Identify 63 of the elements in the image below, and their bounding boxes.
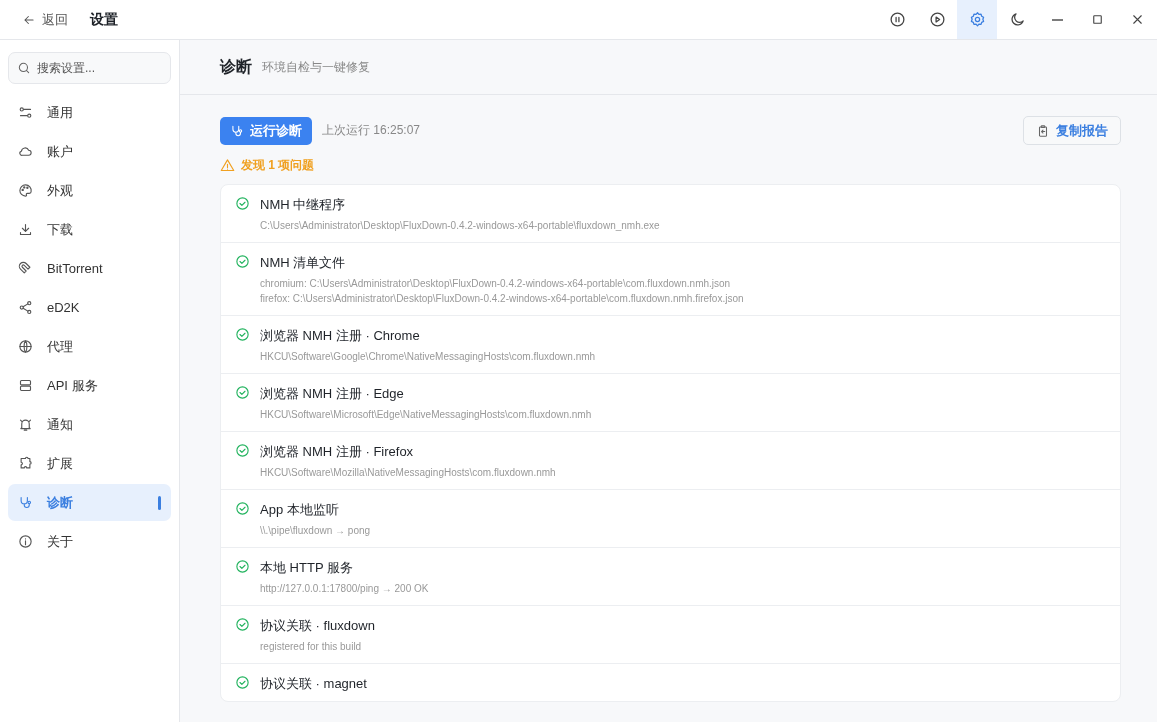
search-icon [17, 61, 31, 75]
clipboard-icon [1036, 123, 1050, 138]
sidebar-item[interactable]: 诊断 [8, 484, 171, 521]
pause-icon [888, 11, 906, 28]
moon-icon [1008, 11, 1026, 28]
search-field[interactable]: 搜索设置... [37, 54, 162, 82]
sidebar-item[interactable]: 通用 [8, 94, 171, 131]
puzzle-icon [18, 456, 33, 471]
share-icon [18, 300, 33, 315]
stethoscope-icon [18, 495, 33, 510]
sliders-icon [18, 105, 33, 120]
sidebar-item[interactable]: API 服务 [8, 367, 171, 404]
info-icon [18, 534, 33, 549]
window-title: 设置 [90, 10, 118, 29]
last-run-time: 上次运行 16:25:07 [322, 122, 421, 139]
check-detail: HKCU\Software\Microsoft\Edge\NativeMessagingHosts\com.fluxdown.nmh [260, 408, 592, 422]
check-title: App 本地监听 [260, 501, 340, 518]
sidebar-item[interactable]: 关于 [8, 523, 171, 560]
back-button[interactable]: 返回 [22, 10, 68, 29]
stethoscope-icon [230, 123, 244, 138]
check-detail: HKCU\Software\Google\Chrome\NativeMessagingHosts\com.fluxdown.nmh [260, 350, 596, 364]
sidebar-item[interactable]: eD2K [8, 289, 171, 326]
warning-icon [220, 158, 235, 173]
check-title: 协议关联 · magnet [260, 675, 367, 692]
check-title: 浏览器 NMH 注册 · Firefox [260, 443, 415, 460]
sidebar-item[interactable]: BitTorrent [8, 250, 171, 287]
check-detail: registered for this build [260, 640, 363, 654]
check-detail: \\.\pipe\fluxdown → pong [260, 524, 371, 538]
sidebar-item[interactable]: 外观 [8, 172, 171, 209]
sidebar-item[interactable]: 代理 [8, 328, 171, 365]
settings-button[interactable] [957, 0, 997, 39]
active-indicator [158, 495, 161, 510]
check-detail: C:\Users\Administrator\Desktop\FluxDown-0.4.2-windows-x64-portable\fluxdown_nmh.exe [260, 219, 660, 233]
magnet-icon [18, 261, 33, 276]
check-title: NMH 清单文件 [260, 254, 347, 271]
check-title: 协议关联 · fluxdown [260, 617, 375, 634]
play-icon [928, 11, 946, 28]
check-title: 浏览器 NMH 注册 · Chrome [260, 327, 421, 344]
minimize-icon [1051, 18, 1063, 21]
sidebar-item[interactable]: 账户 [8, 133, 171, 170]
check-title: 浏览器 NMH 注册 · Edge [260, 385, 405, 402]
server-icon [18, 378, 33, 393]
check-detail: HKCU\Software\Mozilla\NativeMessagingHosts\com.fluxdown.nmh [260, 466, 556, 480]
check-title: 本地 HTTP 服务 [260, 559, 354, 576]
sidebar-item[interactable]: 扩展 [8, 445, 171, 482]
check-detail: firefox: C:\Users\Administrator\Desktop\FluxDown-0.4.2-windows-x64-portable\com.fluxdown.nmh.firefox.json [260, 292, 744, 306]
page-subtitle: 环境自检与一键修复 [262, 58, 370, 76]
sidebar-item[interactable]: 通知 [8, 406, 171, 443]
globe-icon [18, 339, 33, 354]
bell-icon [18, 417, 33, 432]
palette-icon [18, 183, 33, 198]
download-icon [18, 222, 33, 237]
settings-icon [968, 11, 986, 28]
check-title: NMH 中继程序 [260, 196, 347, 213]
check-detail: http://127.0.0.1:17800/ping → 200 OK [260, 582, 429, 596]
page-title: 诊断 [220, 56, 252, 77]
copy-report-button[interactable]: 复制报告 [1023, 116, 1121, 145]
search-box[interactable]: 搜索设置... [8, 52, 171, 84]
check-detail: chromium: C:\Users\Administrator\Desktop\FluxDown-0.4.2-windows-x64-portable\com.fluxdown.nmh.json [260, 277, 732, 291]
issue-summary: 发现 1 项问题 [241, 157, 315, 174]
run-diagnostics-button[interactable]: 运行诊断 [220, 116, 312, 145]
sidebar-item[interactable]: 下载 [8, 211, 171, 248]
cloud-icon [18, 144, 33, 159]
